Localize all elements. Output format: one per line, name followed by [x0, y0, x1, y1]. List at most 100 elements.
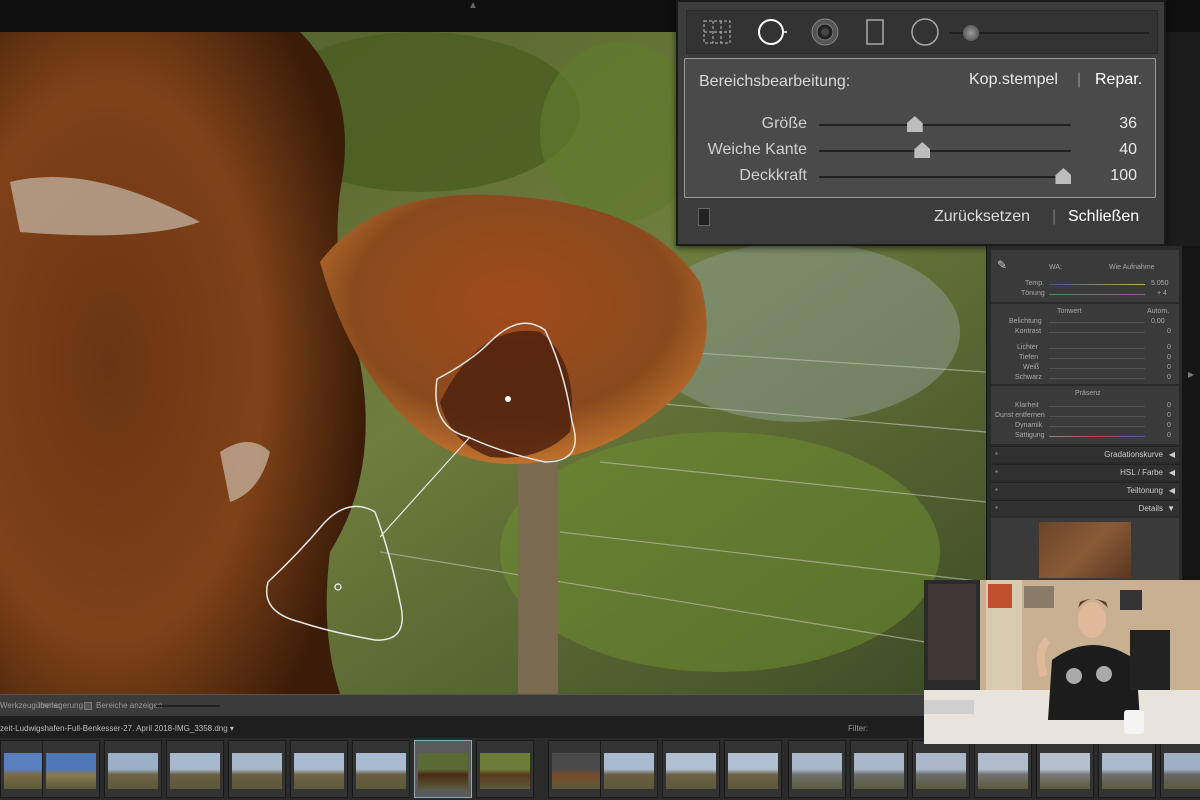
- thumbnail-image: [1102, 753, 1152, 789]
- section-toggle-icon[interactable]: ▪: [995, 467, 998, 476]
- red-eye-icon[interactable]: [809, 17, 841, 47]
- heal-target-pin[interactable]: [505, 396, 511, 402]
- overlay-select[interactable]: Immer: [38, 701, 61, 710]
- filmstrip-thumbnail[interactable]: [414, 740, 472, 798]
- filmstrip-thumbnail[interactable]: [104, 740, 162, 798]
- filmstrip-thumbnail[interactable]: [912, 740, 970, 798]
- graduated-filter-icon[interactable]: [859, 17, 891, 47]
- filter-label: Filter:: [848, 724, 868, 733]
- filmstrip-thumbnail[interactable]: [290, 740, 348, 798]
- tone-section: Tonwert Autom. Belichtung 0,00 Kontrast …: [991, 304, 1179, 384]
- collapse-right-panel-icon[interactable]: ▶: [1188, 370, 1194, 379]
- dehaze-slider[interactable]: [1049, 416, 1145, 417]
- clone-mode-button[interactable]: Kop.stempel: [969, 71, 1058, 89]
- filmstrip-thumbnail[interactable]: [166, 740, 224, 798]
- chevron-down-icon: ▼: [1167, 504, 1175, 513]
- filmstrip-thumbnail[interactable]: [974, 740, 1032, 798]
- thumbnail-image: [978, 753, 1028, 789]
- filmstrip-thumbnail[interactable]: [42, 740, 100, 798]
- temp-value[interactable]: 5.050: [1151, 280, 1169, 287]
- tint-slider[interactable]: [1049, 294, 1145, 295]
- contrast-slider[interactable]: [1049, 332, 1145, 333]
- section-toggle-icon[interactable]: ▪: [995, 503, 998, 512]
- size-slider-track[interactable]: [819, 124, 1071, 126]
- saturation-value[interactable]: 0: [1167, 432, 1171, 439]
- filmstrip-thumbnail[interactable]: [600, 740, 658, 798]
- filmstrip-thumbnail[interactable]: [548, 740, 606, 798]
- section-split-toning[interactable]: ▪ Teiltonung ◀: [991, 482, 1179, 498]
- filmstrip-thumbnail[interactable]: [476, 740, 534, 798]
- blacks-label: Schwarz: [1015, 374, 1042, 381]
- tone-label: Tonwert: [1057, 308, 1082, 315]
- eyedropper-icon[interactable]: ✎: [997, 258, 1007, 272]
- section-details[interactable]: ▪ Details ▼: [991, 500, 1179, 516]
- feather-label: Weiche Kante: [707, 141, 807, 158]
- size-value[interactable]: 36: [1119, 115, 1137, 133]
- wb-value[interactable]: Wie Aufnahme: [1109, 264, 1155, 271]
- section-tone-curve[interactable]: ▪ Gradationskurve ◀: [991, 446, 1179, 462]
- vibrance-value[interactable]: 0: [1167, 422, 1171, 429]
- spot-edit-title: Bereichsbearbeitung:: [699, 73, 851, 90]
- filmstrip-thumbnail[interactable]: [724, 740, 782, 798]
- dehaze-value[interactable]: 0: [1167, 412, 1171, 419]
- filmstrip-thumbnail[interactable]: [1036, 740, 1094, 798]
- opacity-value[interactable]: 100: [1110, 167, 1137, 185]
- section-toggle-icon[interactable]: ▪: [995, 485, 998, 494]
- shadows-value[interactable]: 0: [1167, 354, 1171, 361]
- filmstrip: [0, 738, 1200, 800]
- temp-slider[interactable]: [1049, 284, 1145, 285]
- filmstrip-thumbnail[interactable]: [850, 740, 908, 798]
- saturation-label: Sättigung: [1015, 432, 1045, 439]
- visualize-slider[interactable]: [156, 705, 220, 707]
- presence-label: Präsenz: [1075, 390, 1101, 397]
- exposure-value[interactable]: 0,00: [1151, 318, 1165, 325]
- filmstrip-thumbnail[interactable]: [788, 740, 846, 798]
- exposure-slider[interactable]: [1049, 322, 1145, 323]
- filmstrip-thumbnail[interactable]: [1160, 740, 1200, 798]
- grid-overlay-icon[interactable]: [701, 17, 733, 47]
- highlights-slider[interactable]: [1049, 348, 1145, 349]
- heal-mode-button[interactable]: Repar.: [1095, 71, 1142, 89]
- thumbnail-image: [854, 753, 904, 789]
- shadows-slider[interactable]: [1049, 358, 1145, 359]
- feather-value[interactable]: 40: [1119, 141, 1137, 159]
- brush-size-knob[interactable]: [963, 25, 979, 41]
- filmstrip-thumbnail[interactable]: [662, 740, 720, 798]
- contrast-value[interactable]: 0: [1167, 328, 1171, 335]
- chevron-left-icon: ◀: [1168, 468, 1175, 477]
- section-hsl[interactable]: ▪ HSL / Farbe ◀: [991, 464, 1179, 480]
- close-button[interactable]: Schließen: [1068, 208, 1139, 226]
- tint-value[interactable]: + 4: [1157, 290, 1167, 297]
- clarity-value[interactable]: 0: [1167, 402, 1171, 409]
- thumbnail-image: [728, 753, 778, 789]
- collapse-top-panel-icon[interactable]: ▲: [468, 0, 478, 11]
- filmstrip-thumbnail[interactable]: [1098, 740, 1156, 798]
- spot-removal-icon[interactable]: [755, 17, 787, 47]
- opacity-slider-track[interactable]: [819, 176, 1071, 178]
- right-panel-edge: ▶: [1182, 246, 1200, 580]
- blacks-slider[interactable]: [1049, 378, 1145, 379]
- brush-size-track[interactable]: [949, 32, 1149, 34]
- blacks-value[interactable]: 0: [1167, 374, 1171, 381]
- temp-label: Temp.: [1025, 280, 1045, 287]
- saturation-slider[interactable]: [1049, 436, 1145, 437]
- filmstrip-thumbnail[interactable]: [228, 740, 286, 798]
- radial-filter-icon[interactable]: [909, 17, 941, 47]
- thumbnail-image: [792, 753, 842, 789]
- details-preview-thumbnail[interactable]: [1039, 522, 1131, 578]
- chevron-left-icon: ◀: [1168, 450, 1175, 459]
- filmstrip-path[interactable]: zeit-Ludwigshafen-Full-Benkesser-27. Apr…: [0, 724, 234, 733]
- reset-button[interactable]: Zurücksetzen: [934, 208, 1030, 226]
- whites-slider[interactable]: [1049, 368, 1145, 369]
- clarity-slider[interactable]: [1049, 406, 1145, 407]
- section-toggle-icon[interactable]: ▪: [995, 449, 998, 458]
- thumbnail-image: [108, 753, 158, 789]
- tone-auto-button[interactable]: Autom.: [1147, 308, 1169, 315]
- feather-slider-track[interactable]: [819, 150, 1071, 152]
- highlights-value[interactable]: 0: [1167, 344, 1171, 351]
- filmstrip-thumbnail[interactable]: [352, 740, 410, 798]
- panel-toggle-switch[interactable]: [698, 208, 710, 226]
- show-areas-checkbox[interactable]: [84, 702, 92, 710]
- whites-value[interactable]: 0: [1167, 364, 1171, 371]
- vibrance-slider[interactable]: [1049, 426, 1145, 427]
